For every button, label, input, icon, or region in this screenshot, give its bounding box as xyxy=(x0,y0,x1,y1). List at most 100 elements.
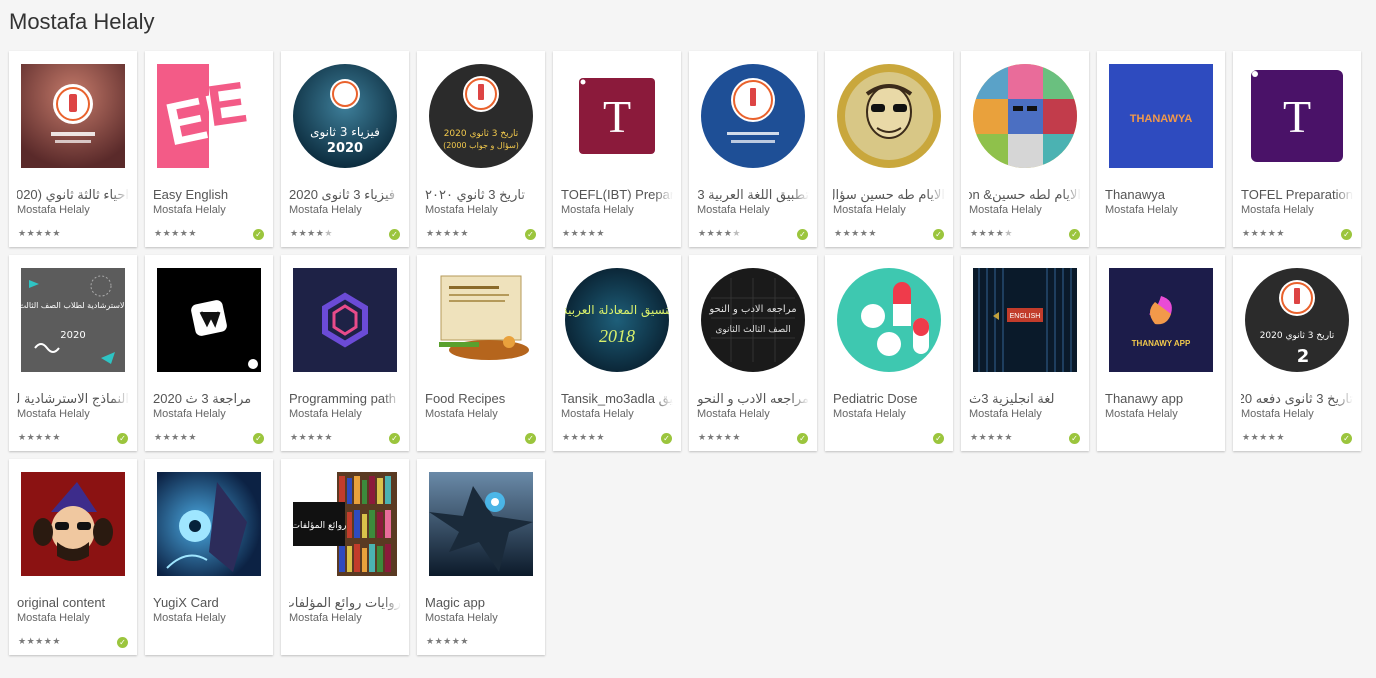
app-card[interactable]: النماذج الاسترشادية لطلاب الصف الثالث ال… xyxy=(9,255,137,451)
app-title[interactable]: فيزياء 3 ثانوى 2020 xyxy=(289,187,401,203)
app-title[interactable]: TOFEL Preparation xyxy=(1241,187,1353,202)
app-card[interactable]: Pediatric Dose Mostafa Helaly ✓ xyxy=(825,255,953,451)
app-developer[interactable]: Mostafa Helaly xyxy=(833,408,945,420)
app-developer[interactable]: Mostafa Helaly xyxy=(561,408,673,420)
app-card[interactable]: احياء ثالثة ثانوي (2020)Mostafa Helaly ★★… xyxy=(9,51,137,247)
tansik-icon[interactable]: تنسيق المعادلة العربية 2018 xyxy=(565,268,669,372)
thanawy-app-icon[interactable]: THANAWY APP xyxy=(1109,268,1213,372)
taha-hussein-icon[interactable] xyxy=(837,64,941,168)
app-card[interactable]: تاريخ 3 ثانوي 2020 (2000 سؤال و جواب) تاري… xyxy=(417,51,545,247)
app-developer[interactable]: Mostafa Helaly xyxy=(425,204,537,216)
app-developer[interactable]: Mostafa Helaly xyxy=(561,204,673,216)
magic-app-icon[interactable] xyxy=(429,472,533,576)
app-title[interactable]: TOEFL(IBT) Preparation xyxy=(561,187,673,202)
food-recipes-icon[interactable] xyxy=(429,268,533,372)
toefl-ibt-icon[interactable]: T xyxy=(565,64,669,168)
easy-english-icon[interactable]: EE E xyxy=(157,64,261,168)
app-developer[interactable]: Mostafa Helaly xyxy=(425,612,537,624)
app-card[interactable]: تطبيق اللغة العربية 3ثانوىMostafa Helaly… xyxy=(689,51,817,247)
app-developer[interactable]: Mostafa Helaly xyxy=(833,204,945,216)
app-card[interactable]: مراجعة 3 ث 2020 Mostafa Helaly ★★★★★ ✓ xyxy=(145,255,273,451)
app-title[interactable]: Tansik_mo3adla تنسيق xyxy=(561,391,673,407)
app-card[interactable]: THANAWYA Thanawya Mostafa Helaly xyxy=(1097,51,1225,247)
app-developer[interactable]: Mostafa Helaly xyxy=(17,612,129,624)
app-title[interactable]: Pediatric Dose xyxy=(833,391,945,406)
model-exams-icon[interactable]: النماذج الاسترشادية لطلاب الصف الثالث ال… xyxy=(21,268,125,372)
app-developer[interactable]: Mostafa Helaly xyxy=(1241,204,1353,216)
app-developer[interactable]: Mostafa Helaly xyxy=(17,204,129,216)
tofel-prep-icon[interactable]: T xyxy=(1245,64,1349,168)
app-title[interactable]: Food Recipes xyxy=(425,391,537,406)
svg-text:2020: 2020 xyxy=(60,330,85,341)
app-developer[interactable]: Mostafa Helaly xyxy=(425,408,537,420)
star-rating: ★★★★★ xyxy=(426,636,469,646)
app-developer[interactable]: Mostafa Helaly xyxy=(289,204,401,216)
app-title[interactable]: مراجعة 3 ث 2020 xyxy=(153,391,265,407)
app-title[interactable]: Programming path xyxy=(289,391,401,406)
app-title[interactable]: Magic app xyxy=(425,595,537,610)
app-developer[interactable]: Mostafa Helaly xyxy=(153,612,265,624)
original-content-icon[interactable] xyxy=(21,472,125,576)
arabic-app-icon[interactable] xyxy=(701,64,805,168)
app-developer[interactable]: Mostafa Helaly xyxy=(289,612,401,624)
novels-app-icon[interactable]: روائع المؤلفات xyxy=(293,472,397,576)
biology-app-icon[interactable] xyxy=(21,64,125,168)
app-card[interactable]: THANAWY APP Thanawy app Mostafa Helaly xyxy=(1097,255,1225,451)
app-developer[interactable]: Mostafa Helaly xyxy=(1105,408,1217,420)
app-card[interactable]: Food Recipes Mostafa Helaly ✓ xyxy=(417,255,545,451)
app-card[interactable]: روائع المؤلفات روايات روائع المؤلفات Mosta… xyxy=(281,459,409,655)
app-card[interactable]: Programming path Mostafa Helaly ★★★★★ ✓ xyxy=(281,255,409,451)
app-title[interactable]: Thanawya xyxy=(1105,187,1217,202)
physics-app-icon[interactable]: فيزياء 3 ثانوى 2020 xyxy=(293,64,397,168)
app-title[interactable]: Thanawy app xyxy=(1105,391,1217,406)
app-developer[interactable]: Mostafa Helaly xyxy=(697,204,809,216)
app-developer[interactable]: Mostafa Helaly xyxy=(153,408,265,420)
app-title[interactable]: النماذج الاسترشادية لطلاب xyxy=(17,391,129,407)
app-card[interactable]: Magic app Mostafa Helaly ★★★★★ xyxy=(417,459,545,655)
app-card[interactable]: الايام لطه حسين& prisonMostafa Helaly ★★★… xyxy=(961,51,1089,247)
pediatric-dose-icon[interactable] xyxy=(837,268,941,372)
revision-app-icon[interactable] xyxy=(157,268,261,372)
app-card[interactable]: مراجعه الادب و النحو الصف الثالث الثانوى م… xyxy=(689,255,817,451)
app-card[interactable]: T TOFEL Preparation Mostafa Helaly ★★★★★ ✓ xyxy=(1233,51,1361,247)
app-card[interactable]: YugiX Card Mostafa Helaly xyxy=(145,459,273,655)
thanawya-icon[interactable]: THANAWYA xyxy=(1109,64,1213,168)
history-2020-icon[interactable]: تاريخ 3 ثانوي 2020 2 xyxy=(1245,268,1349,372)
app-title[interactable]: احياء ثالثة ثانوي (2020) xyxy=(17,187,129,203)
english-3th-icon[interactable]: ENGLISH xyxy=(973,268,1077,372)
app-card[interactable]: تاريخ 3 ثانوي 2020 2 تاريخ 3 ثانوى دفعه 20… xyxy=(1233,255,1361,451)
app-developer[interactable]: Mostafa Helaly xyxy=(1105,204,1217,216)
app-title[interactable]: YugiX Card xyxy=(153,595,265,610)
app-developer[interactable]: Mostafa Helaly xyxy=(1241,408,1353,420)
app-title[interactable]: تاريخ 3 ثانوى دفعه 2020 xyxy=(1241,391,1353,407)
app-developer[interactable]: Mostafa Helaly xyxy=(969,204,1081,216)
al-ayam-prison-icon[interactable] xyxy=(973,64,1077,168)
app-title[interactable]: Easy English xyxy=(153,187,265,202)
literature-review-icon[interactable]: مراجعه الادب و النحو الصف الثالث الثانوى xyxy=(701,268,805,372)
app-card[interactable]: T TOEFL(IBT) Preparation Mostafa Helaly ★★★… xyxy=(553,51,681,247)
app-card[interactable]: original content Mostafa Helaly ★★★★★ ✓ xyxy=(9,459,137,655)
app-developer[interactable]: Mostafa Helaly xyxy=(697,408,809,420)
app-developer[interactable]: Mostafa Helaly xyxy=(17,408,129,420)
star-rating: ★★★★★ xyxy=(1242,228,1285,238)
history-app-icon[interactable]: تاريخ 3 ثانوي 2020 (2000 سؤال و جواب) xyxy=(429,64,533,168)
app-card[interactable]: فيزياء 3 ثانوى 2020 فيزياء 3 ثانوى 2020 Mos… xyxy=(281,51,409,247)
app-card[interactable]: ENGLISH لغة انجليزية 3ث Mostafa Helaly ★★★★… xyxy=(961,255,1089,451)
app-card[interactable]: تنسيق المعادلة العربية 2018 Tansik_mo3adla… xyxy=(553,255,681,451)
app-title[interactable]: تطبيق اللغة العربية 3ثانوى xyxy=(697,187,809,203)
app-title[interactable]: لغة انجليزية 3ث xyxy=(969,391,1081,407)
yugix-card-icon[interactable] xyxy=(157,472,261,576)
app-card[interactable]: الايام طه حسين سؤال و جوابMostafa Helaly… xyxy=(825,51,953,247)
app-title[interactable]: original content xyxy=(17,595,129,610)
app-title[interactable]: تاريخ 3 ثانوي ٢٠٢٠ xyxy=(425,187,537,203)
app-developer[interactable]: Mostafa Helaly xyxy=(969,408,1081,420)
star-rating: ★★★★★ xyxy=(970,432,1013,442)
app-title[interactable]: الايام لطه حسين& prison xyxy=(969,187,1081,203)
app-title[interactable]: روايات روائع المؤلفات xyxy=(289,595,401,611)
app-title[interactable]: مراجعه الادب و النحو للصف xyxy=(697,391,809,407)
app-title[interactable]: الايام طه حسين سؤال و جواب xyxy=(833,187,945,203)
programming-path-icon[interactable] xyxy=(293,268,397,372)
app-developer[interactable]: Mostafa Helaly xyxy=(289,408,401,420)
app-card[interactable]: EE E Easy English Mostafa Helaly ★★★★★ ✓ xyxy=(145,51,273,247)
app-developer[interactable]: Mostafa Helaly xyxy=(153,204,265,216)
